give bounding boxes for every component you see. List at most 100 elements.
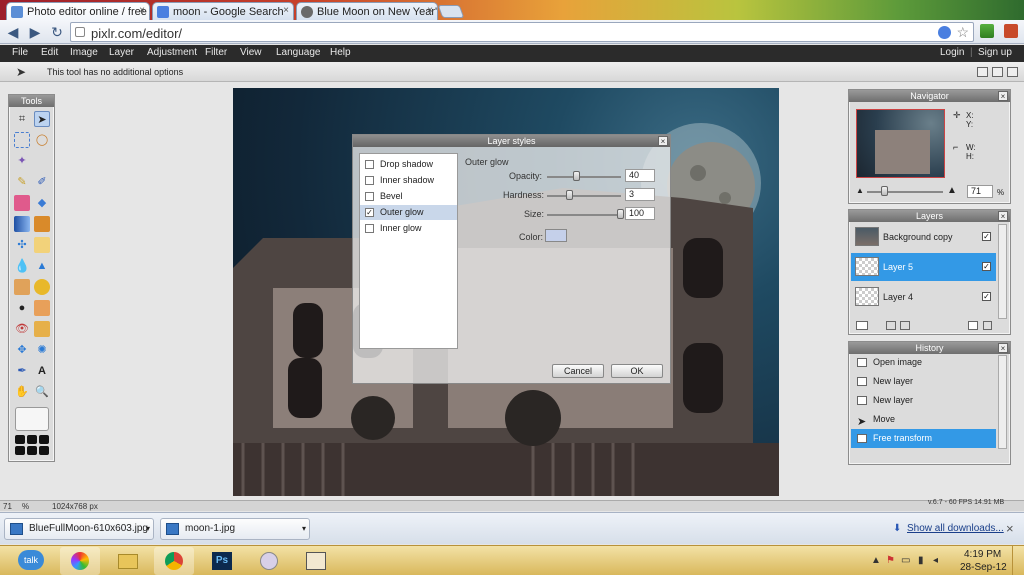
layer-row-background-copy[interactable]: Background copy ✓ [851, 223, 996, 251]
close-icon[interactable]: × [427, 5, 433, 16]
history-item[interactable]: ➤ Move [851, 410, 996, 429]
move-tool-icon[interactable]: ➤ [34, 111, 50, 127]
gradient-tool-icon[interactable] [14, 216, 30, 232]
size-input[interactable]: 100 [625, 207, 655, 220]
zoom-in-icon[interactable]: ▲ [947, 185, 957, 196]
blur-drop-icon[interactable]: 💧 [14, 258, 30, 274]
address-bar[interactable]: pixlr.com/editor/ ☆ [70, 22, 974, 42]
close-icon[interactable]: × [139, 5, 145, 16]
zoom-input[interactable]: 71 [967, 185, 993, 198]
opacity-slider-thumb[interactable] [573, 171, 580, 181]
history-close-button[interactable]: × [998, 343, 1008, 353]
tray-display-icon[interactable]: ▭ [901, 555, 910, 566]
color-picker-icon[interactable]: ✒ [14, 363, 30, 379]
layers-scrollbar[interactable] [998, 224, 1007, 319]
ok-button[interactable]: OK [611, 364, 663, 378]
drawing-tool-icon[interactable] [34, 237, 50, 253]
bevel-checkbox[interactable] [365, 192, 374, 201]
magic-wand-icon[interactable]: ✦ [14, 153, 30, 169]
forward-button[interactable]: ▶ [26, 23, 44, 41]
menu-edit[interactable]: Edit [41, 47, 58, 58]
type-tool-icon[interactable]: A [34, 363, 50, 379]
history-item[interactable]: Open image [851, 353, 996, 372]
hardness-input[interactable]: 3 [625, 188, 655, 201]
history-scrollbar[interactable] [998, 355, 1007, 449]
layer-style-icon[interactable] [900, 321, 910, 330]
clone-stamp-icon[interactable] [34, 216, 50, 232]
dropdown-arrow-icon[interactable]: ▾ [302, 519, 306, 539]
pencil-tool-icon[interactable]: ✎ [14, 174, 30, 190]
glow-color-swatch[interactable] [545, 229, 567, 242]
layers-close-button[interactable]: × [998, 211, 1008, 221]
layer-mask-icon[interactable] [886, 321, 896, 330]
navigator-close-button[interactable]: × [998, 91, 1008, 101]
menu-view[interactable]: View [240, 47, 262, 58]
signup-link[interactable]: Sign up [978, 47, 1012, 58]
picasa-app-icon[interactable] [60, 547, 100, 575]
new-tab-button[interactable] [437, 5, 465, 18]
color-replace-icon[interactable]: ✣ [14, 237, 30, 253]
talk-app-icon[interactable]: talk [14, 547, 48, 575]
inner-glow-checkbox[interactable] [365, 224, 374, 233]
layer-row-layer-5[interactable]: Layer 5 ✓ [851, 253, 996, 281]
dodge-tool-icon[interactable]: ● [14, 300, 30, 316]
hardness-slider[interactable] [547, 195, 621, 197]
restore-button[interactable] [992, 67, 1003, 77]
crop-tool-icon[interactable]: ⌗ [14, 111, 30, 127]
burn-tool-icon[interactable] [34, 300, 50, 316]
login-link[interactable]: Login [940, 47, 964, 58]
history-item[interactable]: New layer [851, 391, 996, 410]
inner-shadow-checkbox[interactable] [365, 176, 374, 185]
lasso-tool-icon[interactable]: ◯ [34, 132, 50, 148]
hardness-slider-thumb[interactable] [566, 190, 573, 200]
delete-layer-icon[interactable] [983, 321, 992, 330]
layer-settings-icon[interactable] [856, 321, 868, 330]
bloat-tool-icon[interactable]: ✥ [14, 342, 30, 358]
hand-tool-icon[interactable]: ✋ [14, 384, 30, 400]
menu-file[interactable]: File [12, 47, 28, 58]
effect-bevel[interactable]: Bevel [360, 189, 457, 204]
cancel-button[interactable]: Cancel [552, 364, 604, 378]
size-slider-thumb[interactable] [617, 209, 624, 219]
back-button[interactable]: ◀ [4, 23, 22, 41]
translate-icon[interactable] [938, 26, 951, 39]
grid-options-icon[interactable] [15, 435, 49, 457]
paint-app-icon[interactable] [250, 547, 290, 575]
tray-signal-icon[interactable]: ▮ [918, 555, 924, 566]
tray-arrow-icon[interactable]: ▲ [871, 555, 881, 566]
sharpen-tool-icon[interactable]: ▲ [34, 258, 50, 274]
new-layer-icon[interactable] [968, 321, 978, 330]
minimize-button[interactable] [977, 67, 988, 77]
layer-row-layer-4[interactable]: Layer 4 ✓ [851, 283, 996, 311]
effect-inner-glow[interactable]: Inner glow [360, 221, 457, 236]
smudge-tool-icon[interactable] [14, 279, 30, 295]
menu-filter[interactable]: Filter [205, 47, 227, 58]
wrench-menu-icon[interactable] [1004, 24, 1018, 38]
clock-time[interactable]: 4:19 PM [964, 549, 1001, 560]
chrome-app-icon[interactable] [154, 547, 194, 575]
menu-language[interactable]: Language [276, 47, 321, 58]
size-slider[interactable] [547, 214, 621, 216]
tab-blue-moon[interactable]: Blue Moon on New Year's × [296, 2, 438, 20]
menu-image[interactable]: Image [70, 47, 98, 58]
layer-visibility-checkbox[interactable]: ✓ [982, 262, 991, 271]
show-desktop-button[interactable] [1012, 546, 1024, 575]
photoshop-app-icon[interactable]: Ps [202, 547, 242, 575]
layer-visibility-checkbox[interactable]: ✓ [982, 292, 991, 301]
pinch-tool-icon[interactable]: ✺ [34, 342, 50, 358]
eraser-tool-icon[interactable] [14, 195, 30, 211]
brush-tool-icon[interactable]: ✐ [34, 174, 50, 190]
close-download-bar-button[interactable]: × [1006, 521, 1014, 536]
menu-layer[interactable]: Layer [109, 47, 134, 58]
navigator-thumbnail[interactable] [856, 109, 945, 178]
explorer-app-icon[interactable] [108, 547, 148, 575]
history-item-selected[interactable]: Free transform [851, 429, 996, 448]
spot-heal-icon[interactable] [34, 321, 50, 337]
tray-flag-icon[interactable]: ⚑ [886, 555, 895, 566]
dialog-close-button[interactable]: × [658, 136, 668, 146]
opacity-slider[interactable] [547, 176, 621, 178]
tool-app-icon[interactable] [296, 547, 336, 575]
menu-adjustment[interactable]: Adjustment [147, 47, 197, 58]
effect-outer-glow[interactable]: ✓ Outer glow [360, 205, 457, 220]
zoom-slider-thumb[interactable] [881, 186, 888, 196]
